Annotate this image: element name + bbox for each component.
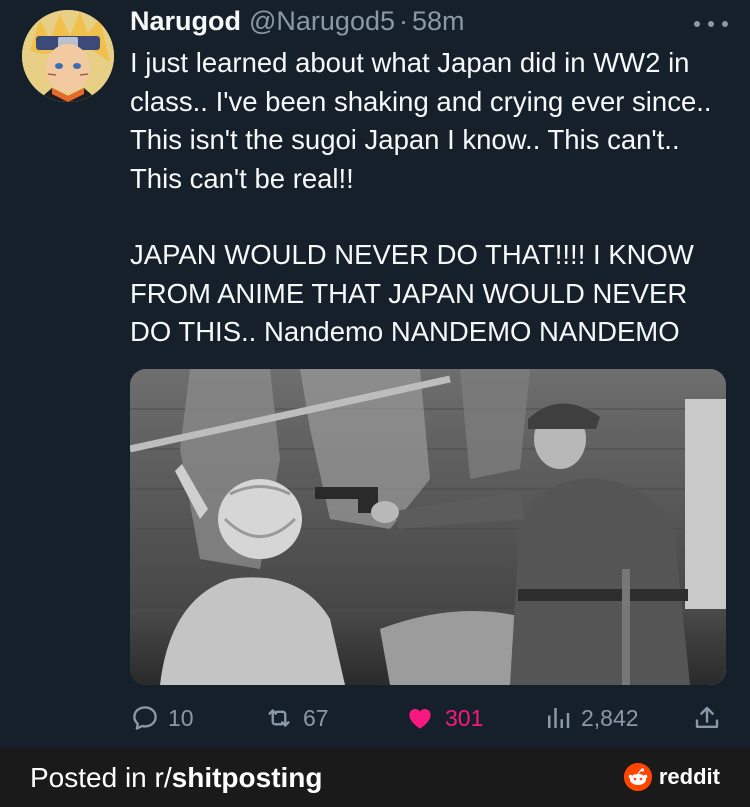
- like-button[interactable]: 301: [403, 698, 483, 738]
- retweet-button[interactable]: 67: [263, 698, 329, 738]
- reply-button[interactable]: 10: [130, 698, 194, 738]
- reddit-wordmark: reddit: [658, 764, 720, 789]
- retweet-count: 67: [303, 704, 329, 731]
- user-handle[interactable]: @Narugod5: [249, 6, 395, 37]
- reddit-snoo-icon: [623, 763, 652, 791]
- like-count: 301: [445, 704, 484, 731]
- timestamp[interactable]: 58m: [412, 6, 465, 37]
- views-bar-chart-icon: [548, 708, 570, 728]
- reply-count: 10: [168, 704, 194, 731]
- posted-in-label: Posted in r/shitposting: [30, 762, 323, 794]
- tweet-paragraph-2: JAPAN WOULD NEVER DO THAT!!!! I KNOW FRO…: [130, 239, 694, 347]
- share-button[interactable]: [692, 698, 730, 738]
- tweet-actions: 10 67 301 2,842: [130, 698, 726, 738]
- heart-icon: [409, 709, 431, 729]
- tweet-text: I just learned about what Japan did in W…: [130, 44, 730, 352]
- retweet-icon: [268, 709, 290, 727]
- tweet-header: Narugod @Narugod5 · 58m: [130, 6, 465, 42]
- more-horizontal-icon[interactable]: [694, 14, 728, 34]
- tweet-paragraph-1: I just learned about what Japan did in W…: [130, 47, 712, 194]
- display-name[interactable]: Narugod: [130, 6, 241, 37]
- avatar[interactable]: [22, 10, 114, 102]
- subreddit-name[interactable]: shitposting: [172, 762, 323, 793]
- reddit-logo[interactable]: reddit: [623, 763, 720, 791]
- reddit-footer: Posted in r/shitposting reddit: [0, 748, 750, 807]
- posted-prefix: Posted in r/: [30, 762, 172, 793]
- views-button[interactable]: 2,842: [543, 698, 639, 738]
- tweet-card: Narugod @Narugod5 · 58m I just learned a…: [0, 0, 750, 748]
- tweet-photo[interactable]: [130, 369, 726, 685]
- share-icon: [695, 706, 719, 728]
- separator-dot: ·: [399, 6, 408, 36]
- views-count: 2,842: [581, 704, 639, 731]
- reply-bubble-icon: [133, 706, 157, 730]
